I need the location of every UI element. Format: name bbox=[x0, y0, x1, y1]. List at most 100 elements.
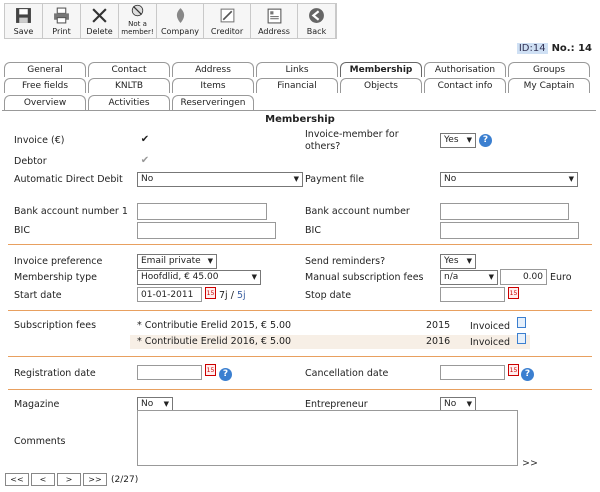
invoice-doc-icon[interactable] bbox=[517, 317, 526, 328]
payment-file-select[interactable]: No ▼ bbox=[440, 172, 578, 187]
back-button[interactable]: Back bbox=[298, 4, 336, 38]
id-badge: ID:14 bbox=[516, 43, 548, 54]
creditor-button[interactable]: Creditor bbox=[204, 4, 251, 38]
subscription-desc: * Contributie Erelid 2015, € 5.00 bbox=[137, 320, 292, 331]
auto-debit-value: No bbox=[141, 174, 154, 184]
tab-knltb[interactable]: KNLTB bbox=[88, 78, 170, 93]
separator bbox=[8, 356, 592, 357]
tab-address[interactable]: Address bbox=[172, 62, 254, 77]
creditor-icon bbox=[220, 8, 234, 23]
not-member-label: Not a member! bbox=[121, 20, 154, 36]
section-title: Membership bbox=[265, 114, 335, 125]
creditor-label: Creditor bbox=[210, 27, 244, 36]
invoice-member-select[interactable]: Yes ▼ bbox=[440, 133, 476, 148]
registration-date-input[interactable] bbox=[137, 365, 202, 380]
tab-activities[interactable]: Activities bbox=[88, 95, 170, 110]
delete-icon bbox=[92, 8, 107, 23]
tab-reserveringen[interactable]: Reserveringen bbox=[172, 95, 254, 110]
manual-fees-select[interactable]: n/a ▼ bbox=[440, 270, 498, 285]
tab-groups[interactable]: Groups bbox=[508, 62, 590, 77]
next-page-button[interactable]: > bbox=[57, 473, 81, 486]
start-date-input[interactable]: 01-01-2011 bbox=[137, 287, 202, 302]
print-label: Print bbox=[52, 27, 71, 36]
tab-overview[interactable]: Overview bbox=[4, 95, 86, 110]
chevron-down-icon: ▼ bbox=[163, 400, 169, 408]
save-label: Save bbox=[13, 27, 34, 36]
bank1-label: Bank account number 1 bbox=[14, 206, 128, 217]
registration-date-label: Registration date bbox=[14, 368, 96, 379]
tab-row-2: Free fields KNLTB Items Financial Object… bbox=[4, 78, 592, 93]
tab-row-3: Overview Activities Reserveringen bbox=[4, 95, 256, 110]
cancellation-date-input[interactable] bbox=[440, 365, 505, 380]
tab-items[interactable]: Items bbox=[172, 78, 254, 93]
auto-debit-select[interactable]: No ▼ bbox=[137, 172, 303, 187]
tab-free-fields[interactable]: Free fields bbox=[4, 78, 86, 93]
invoice-pref-value: Email private bbox=[141, 256, 201, 266]
subscription-fees-label: Subscription fees bbox=[14, 320, 97, 331]
help-icon[interactable]: ? bbox=[219, 368, 232, 381]
manual-fees-value: n/a bbox=[444, 272, 459, 282]
address-button[interactable]: Address bbox=[251, 4, 298, 38]
send-reminders-select[interactable]: Yes ▼ bbox=[440, 254, 476, 269]
start-date-extra: 7j / 5j bbox=[219, 290, 246, 302]
tab-row-1: General Contact Address Links Membership… bbox=[4, 62, 592, 77]
tab-links[interactable]: Links bbox=[256, 62, 338, 77]
company-button[interactable]: Company bbox=[157, 4, 204, 38]
tab-objects[interactable]: Objects bbox=[340, 78, 422, 93]
save-button[interactable]: Save bbox=[5, 4, 43, 38]
invoice-checkbox[interactable]: ✔ bbox=[140, 135, 150, 145]
tab-general[interactable]: General bbox=[4, 62, 86, 77]
address-label: Address bbox=[258, 27, 290, 36]
calendar-icon[interactable]: 15 bbox=[205, 287, 216, 299]
print-button[interactable]: Print bbox=[43, 4, 81, 38]
bank-input[interactable] bbox=[440, 203, 569, 220]
chevron-down-icon: ▼ bbox=[207, 257, 213, 265]
tab-my-captain[interactable]: My Captain bbox=[508, 78, 590, 93]
membership-type-value: Hoofdlid, € 45.00 bbox=[141, 272, 219, 282]
manual-fees-label: Manual subscription fees bbox=[305, 272, 424, 283]
print-icon bbox=[54, 7, 69, 24]
record-id: ID:14 No.: 14 bbox=[516, 43, 592, 54]
page-position: (2/27) bbox=[111, 474, 139, 485]
bic2-label: BIC bbox=[305, 225, 321, 236]
payment-file-label: Payment file bbox=[305, 174, 365, 185]
calendar-icon[interactable]: 15 bbox=[508, 287, 519, 299]
invoice-member-label: Invoice-member for others? bbox=[305, 129, 399, 152]
back-icon bbox=[309, 8, 324, 23]
invoice-pref-select[interactable]: Email private ▼ bbox=[137, 254, 217, 269]
membership-type-select[interactable]: Hoofdlid, € 45.00 ▼ bbox=[137, 270, 261, 285]
stop-date-label: Stop date bbox=[305, 290, 352, 301]
first-page-button[interactable]: << bbox=[5, 473, 29, 486]
delete-label: Delete bbox=[86, 27, 113, 36]
tab-membership[interactable]: Membership bbox=[340, 62, 422, 77]
calendar-icon[interactable]: 15 bbox=[508, 364, 519, 376]
not-member-button[interactable]: Not a member! bbox=[119, 4, 157, 38]
stop-date-input[interactable] bbox=[440, 287, 505, 302]
tab-divider bbox=[2, 110, 596, 111]
subscription-status: Invoiced bbox=[470, 337, 510, 348]
bic2-input[interactable] bbox=[440, 222, 579, 239]
send-reminders-label: Send reminders? bbox=[305, 256, 386, 267]
comments-expand[interactable]: >> bbox=[522, 458, 538, 470]
address-icon bbox=[267, 8, 281, 24]
help-icon[interactable]: ? bbox=[479, 134, 492, 147]
start-date-link[interactable]: 5j bbox=[237, 290, 246, 301]
tab-financial[interactable]: Financial bbox=[256, 78, 338, 93]
bank1-input[interactable] bbox=[137, 203, 267, 220]
debtor-checkbox: ✔ bbox=[140, 155, 150, 166]
comments-textarea[interactable] bbox=[137, 410, 518, 466]
delete-button[interactable]: Delete bbox=[81, 4, 119, 38]
invoice-doc-icon[interactable] bbox=[517, 333, 526, 344]
last-page-button[interactable]: >> bbox=[83, 473, 107, 486]
bic-input[interactable] bbox=[137, 222, 276, 239]
tab-contact[interactable]: Contact bbox=[88, 62, 170, 77]
manual-fees-amount[interactable]: 0.00 bbox=[500, 269, 547, 285]
help-icon[interactable]: ? bbox=[521, 368, 534, 381]
tab-contact-info[interactable]: Contact info bbox=[424, 78, 506, 93]
prev-page-button[interactable]: < bbox=[31, 473, 55, 486]
company-icon bbox=[176, 8, 184, 23]
cancellation-date-label: Cancellation date bbox=[305, 368, 389, 379]
tab-authorisation[interactable]: Authorisation bbox=[424, 62, 506, 77]
subscription-row: * Contributie Erelid 2015, € 5.00 2015 I… bbox=[130, 317, 530, 333]
calendar-icon[interactable]: 15 bbox=[205, 364, 216, 376]
